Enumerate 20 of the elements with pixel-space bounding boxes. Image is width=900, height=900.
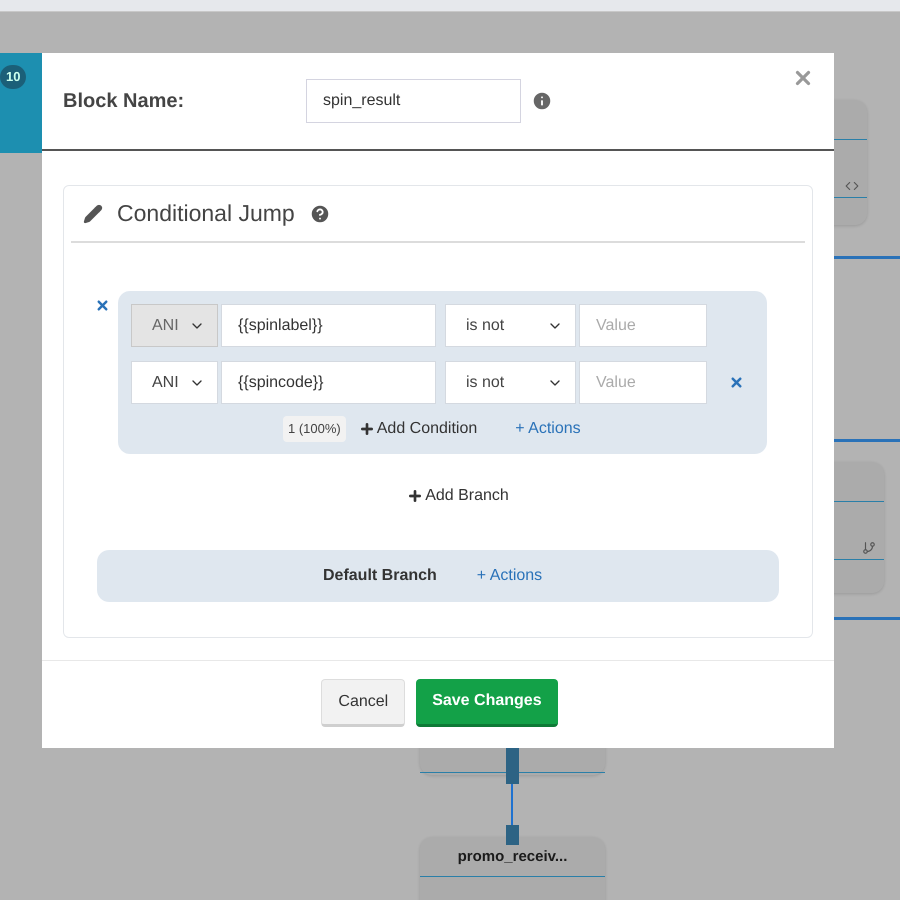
actions-link[interactable]: + Actions xyxy=(476,564,542,588)
value-field[interactable]: Value xyxy=(579,361,707,404)
dropdown[interactable]: ANI xyxy=(131,361,218,404)
default-branch-label: Default Branch xyxy=(323,566,437,586)
add-branch-button[interactable]: Add Branch xyxy=(407,484,509,508)
value-field[interactable]: Value xyxy=(579,304,707,347)
actions-link[interactable]: + Actions xyxy=(515,416,581,441)
variable-field[interactable]: {{spinlabel}} xyxy=(221,304,436,347)
block-name-label: Block Name: xyxy=(63,89,186,114)
cancel-button[interactable]: Cancel xyxy=(321,678,406,726)
dropdown[interactable]: is not xyxy=(445,304,576,347)
flow-node[interactable]: promo_receiv... xyxy=(420,837,605,900)
node-title: promo_receiv... xyxy=(458,846,568,866)
share-badge: 1 (100%) xyxy=(283,416,346,442)
dropdown[interactable]: is not xyxy=(445,361,576,404)
block-name-field[interactable]: spin_result xyxy=(306,79,521,123)
add-condition-button[interactable]: Add Condition xyxy=(358,416,478,441)
variable-field[interactable]: {{spincode}} xyxy=(221,361,436,404)
count-badge: 10 xyxy=(0,65,26,88)
panel-title: Conditional Jump xyxy=(117,199,295,228)
